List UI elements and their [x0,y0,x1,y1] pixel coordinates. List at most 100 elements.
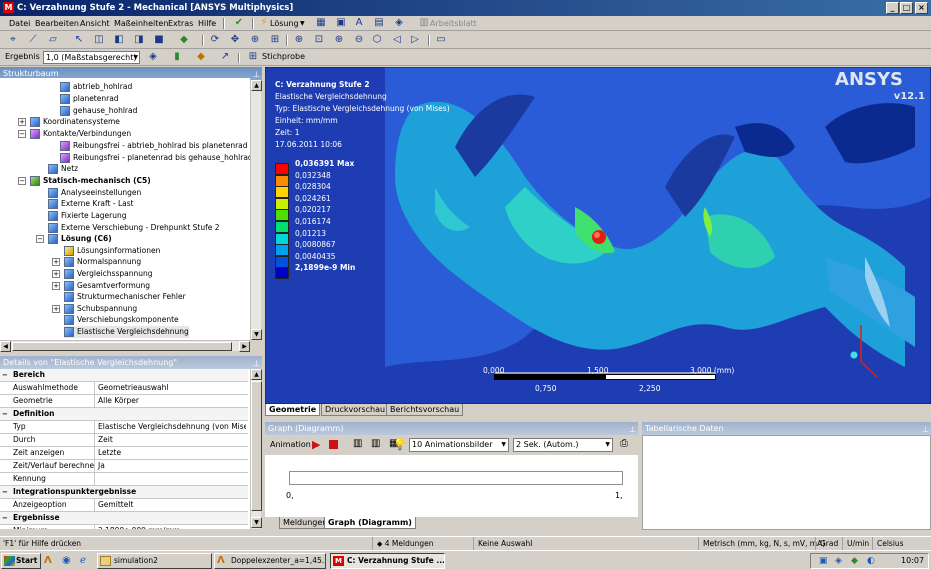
scroll-down-icon[interactable]: ▼ [251,329,262,340]
network-icon[interactable]: ▣ [819,556,828,566]
details-row[interactable]: Auswahlmethode Geometrieauswahl [0,382,248,395]
tree-node[interactable]: Elastische Vergleichsdehnung [64,326,189,338]
frames-icon[interactable]: ▥ [353,438,362,449]
menu-ansicht[interactable]: Ansicht [80,16,110,31]
tree-node[interactable]: Reibungsfrei - abtrieb_hohlrad bis plane… [60,140,248,152]
ansys-quicklaunch-icon[interactable]: Λ [44,555,52,566]
browser-icon[interactable]: ◉ [62,555,71,566]
task-verzahnung[interactable]: M C: Verzahnung Stufe ... [330,553,445,569]
zoom-icon[interactable]: ⊕ [248,33,262,47]
tree-scrollbar[interactable]: ▲ ▼ [250,80,262,340]
graphics-viewport[interactable]: C: Verzahnung Stufe 2 Elastische Verglei… [265,67,931,404]
select-point-icon[interactable]: ⌖ [6,33,20,47]
tab-druckvorschau[interactable]: Druckvorschau [321,404,390,416]
tree-node[interactable]: Analyseeinstellungen [48,187,141,199]
play-icon[interactable]: ▶ [312,438,320,451]
contour-icon[interactable]: ▮ [170,50,184,64]
details-scrollbar[interactable]: ▲ ▼ [250,369,262,529]
details-row[interactable]: Zeit/Verlauf berechnen Ja [0,460,248,473]
menu-datei[interactable]: Datei [9,16,30,31]
menu-masseinheiten[interactable]: Maßeinheiten [114,16,168,31]
expand-toggle-icon[interactable]: − [18,177,26,185]
ie-icon[interactable]: ℯ [80,555,86,566]
distributed-icon[interactable]: ▥ [371,438,380,449]
duration-select[interactable]: 2 Sek. (Autom.) ▼ [513,438,613,452]
check-icon[interactable]: ✔ [232,16,246,30]
details-row[interactable]: Durch Zeit [0,434,248,447]
expand-toggle-icon[interactable]: + [52,282,60,290]
scroll-down-icon[interactable]: ▼ [251,517,262,528]
pin-icon[interactable]: ⊥ [629,423,636,436]
tree-node[interactable]: Reibungsfrei - planetenrad bis gehause_h… [60,152,250,164]
select-edge-icon[interactable]: ⟋ [26,33,40,47]
details-section[interactable]: − Bereich [0,369,248,382]
body-icon[interactable]: ■ [152,33,166,47]
status-units[interactable]: Metrisch (mm, kg, N, s, mV, mA) [698,537,825,550]
scroll-thumb[interactable] [12,342,232,351]
close-button[interactable]: × [915,2,928,14]
expand-toggle-icon[interactable]: + [52,258,60,266]
volume-icon[interactable]: ◐ [867,556,875,566]
select-all-icon[interactable]: ◨ [132,33,146,47]
frames-select[interactable]: 10 Animationsbilder ▼ [409,438,509,452]
details-row[interactable]: Anzeigeoption Gemittelt [0,499,248,512]
magnify-icon[interactable]: ⊕ [292,33,306,47]
image-icon[interactable]: ▤ [372,16,386,30]
details-row[interactable]: Geometrie Alle Körper [0,395,248,408]
status-messages[interactable]: ◆ 4 Meldungen [372,537,472,550]
scroll-up-icon[interactable]: ▲ [251,369,262,380]
status-temp[interactable]: Celsius [872,537,931,550]
text-icon[interactable]: ▣ [334,16,348,30]
collapse-icon[interactable]: − [2,512,8,524]
expand-toggle-icon[interactable]: − [18,130,26,138]
tree-node[interactable]: Statisch-mechanisch (C5) [30,175,151,187]
worksheet-button[interactable]: Arbeitsblatt [430,16,477,31]
scroll-thumb[interactable] [251,381,262,511]
tree-node[interactable]: Externe Kraft - Last [48,198,134,210]
tree-node[interactable]: Gesamtverformung [64,280,150,292]
previous-view-icon[interactable]: ◁ [390,33,404,47]
tree-node[interactable]: Lösungsinformationen [64,245,160,257]
screenshot-icon[interactable]: ◈ [392,16,406,30]
start-button[interactable]: Start [1,553,41,569]
collapse-icon[interactable]: − [2,408,8,420]
scroll-left-icon[interactable]: ◀ [0,341,11,352]
zoom-to-fit-icon[interactable]: ⊡ [312,33,326,47]
edges-icon[interactable]: ◆ [194,50,208,64]
tree-node[interactable]: Netz [48,163,78,175]
details-value[interactable]: Elastische Vergleichsdehnung (von Mises) [96,421,246,433]
tab-geometrie[interactable]: Geometrie [265,404,321,416]
minimize-button[interactable]: _ [886,2,899,14]
zoom-box-icon[interactable]: ⊞ [268,33,282,47]
expand-toggle-icon[interactable]: + [18,118,26,126]
tree-node[interactable]: planetenrad [60,93,119,105]
details-value[interactable]: Alle Körper [96,395,246,407]
tree-node[interactable]: Koordinatensysteme [30,116,120,128]
expand-toggle-icon[interactable]: − [36,235,44,243]
vectors-icon[interactable]: ↗ [218,50,232,64]
select-body-icon[interactable]: ◫ [92,33,106,47]
tree-node[interactable]: Externe Verschiebung - Drehpunkt Stufe 2 [48,222,220,234]
shield-icon[interactable]: ◈ [835,556,842,566]
tree-node[interactable]: Schubspannung [64,303,137,315]
task-simulation2[interactable]: simulation2 [97,553,212,569]
cube-icon[interactable]: ◆ [177,33,191,47]
scroll-right-icon[interactable]: ▶ [239,341,250,352]
details-value[interactable]: 2,1899e-009 mm/mm [96,525,246,529]
select-face-icon[interactable]: ▱ [46,33,60,47]
graph-area[interactable]: 0, 1, [265,455,638,517]
lightning-icon[interactable]: ⚡ [257,16,271,30]
maximize-button[interactable]: □ [900,2,913,14]
details-row[interactable]: Zeit anzeigen Letzte [0,447,248,460]
probe-icon[interactable]: ⊞ [246,50,260,64]
menu-bearbeiten[interactable]: Bearbeiten [35,16,79,31]
tree-node[interactable]: Normalspannung [64,256,141,268]
details-row[interactable]: Typ Elastische Vergleichsdehnung (von Mis… [0,421,248,434]
worksheet-icon[interactable]: ▦ [314,16,328,30]
solve-button[interactable]: Lösung [270,16,299,31]
tabular-data-area[interactable] [642,435,931,530]
annotation-icon[interactable]: A [352,16,366,30]
details-section[interactable]: − Ergebnisse [0,512,248,525]
probe-button[interactable]: Stichprobe [262,52,305,61]
rotate-icon[interactable]: ⟳ [208,33,222,47]
